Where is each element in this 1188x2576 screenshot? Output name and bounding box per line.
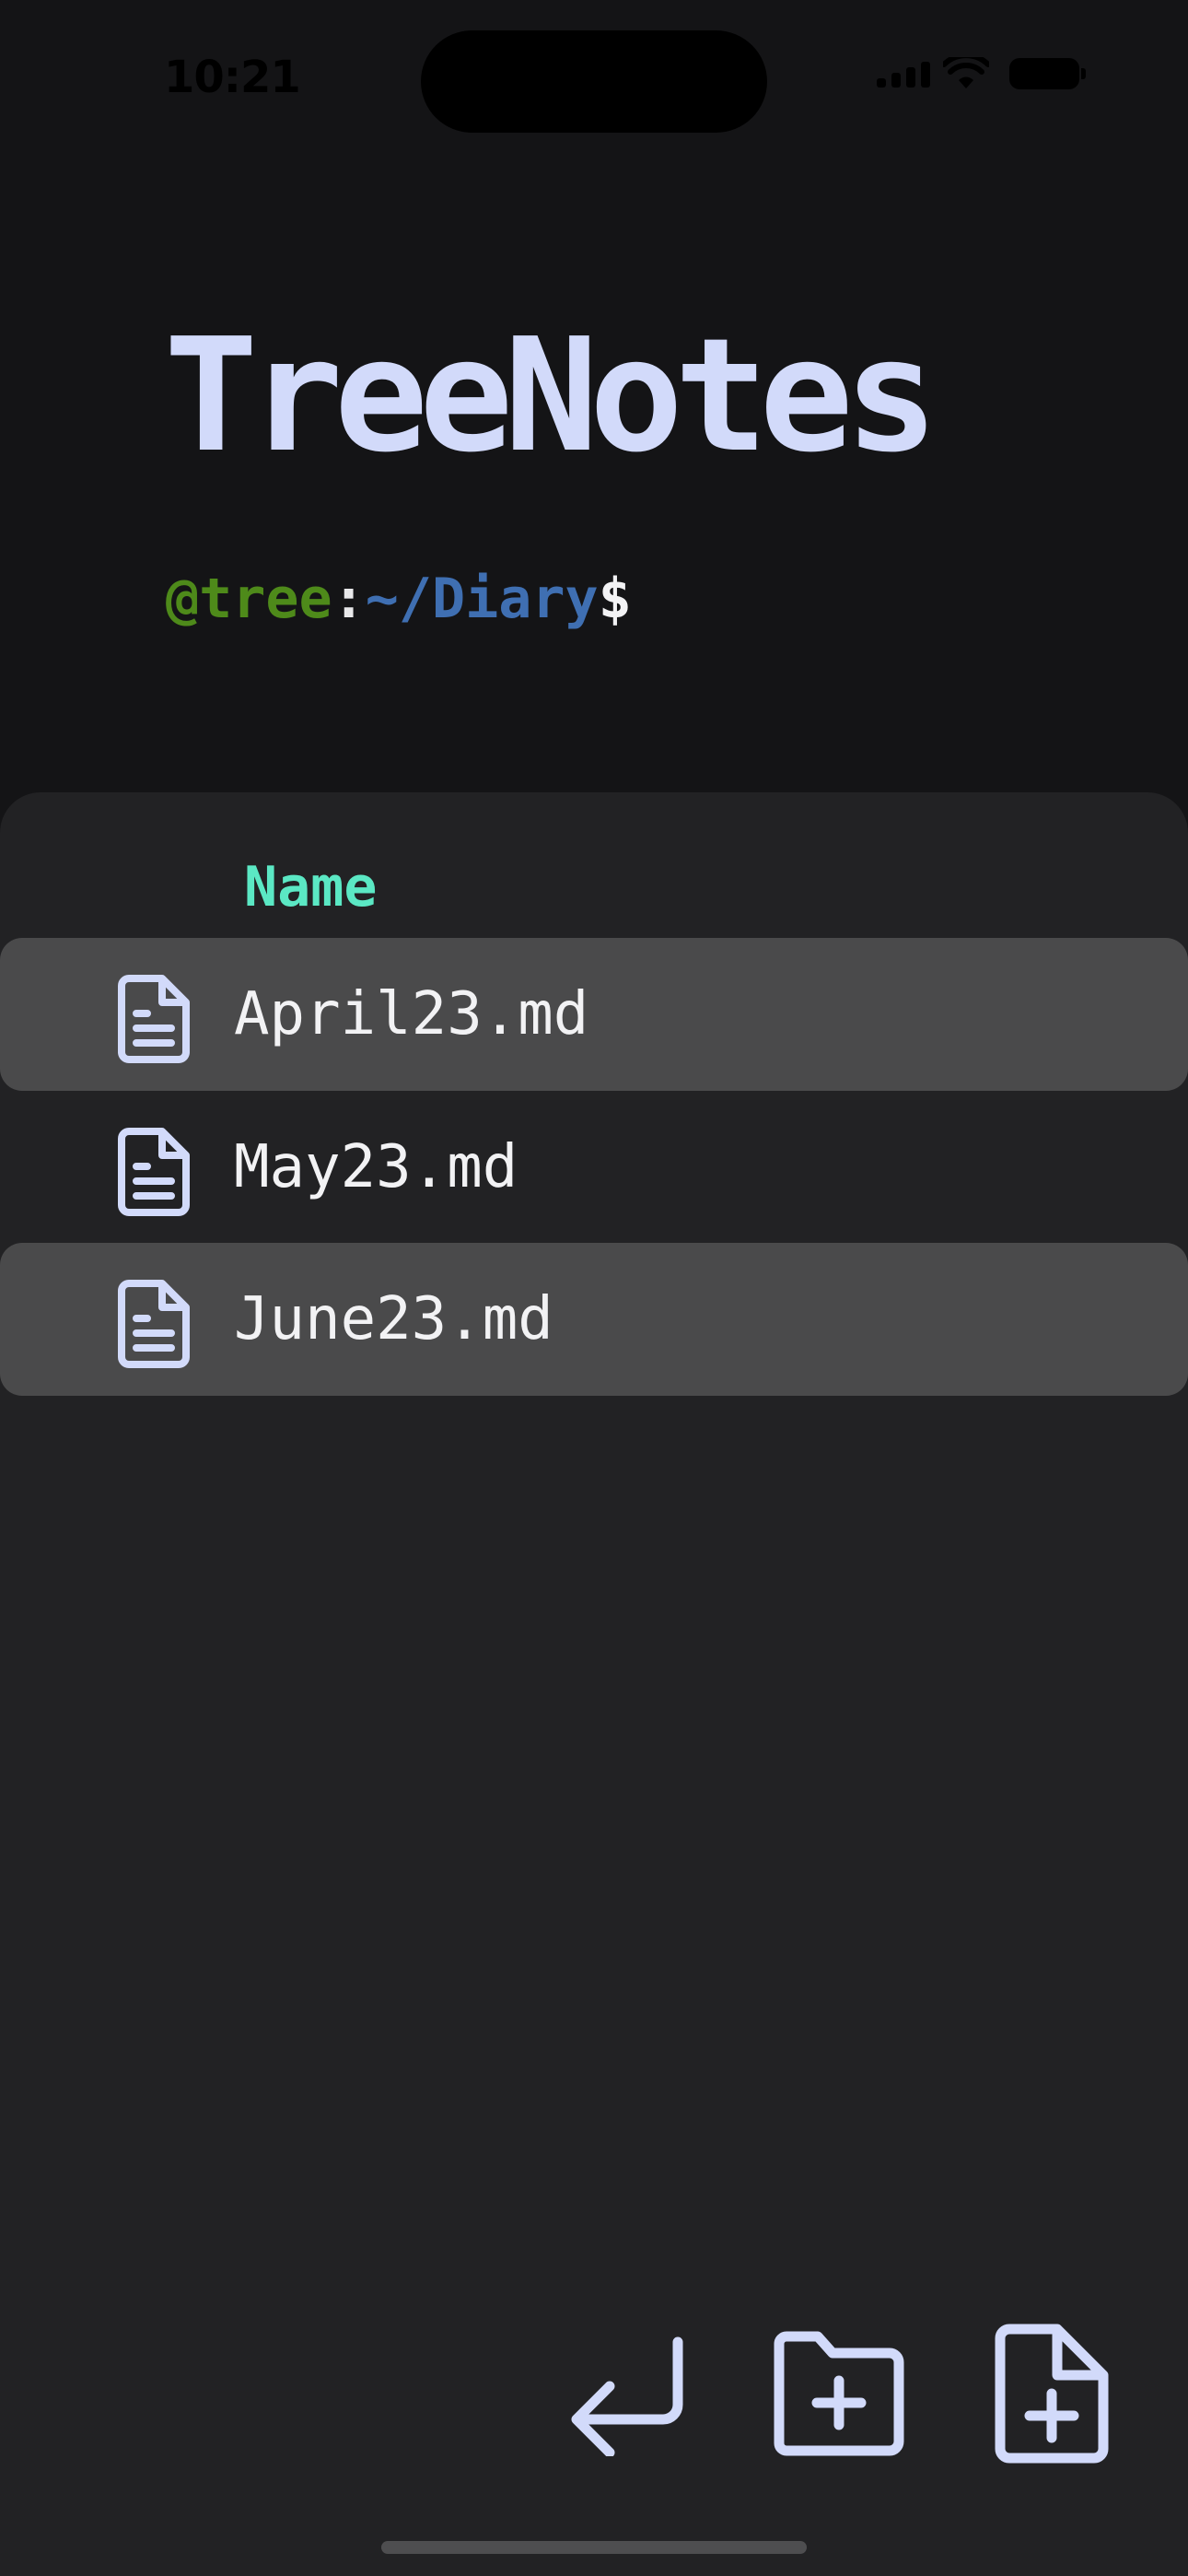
dynamic-island xyxy=(421,30,767,133)
battery-icon xyxy=(1009,58,1086,89)
return-arrow-icon[interactable] xyxy=(564,2333,687,2456)
document-icon xyxy=(118,1128,190,1216)
document-icon xyxy=(118,1280,190,1368)
prompt-path: ~/Diary xyxy=(365,567,599,631)
home-indicator[interactable] xyxy=(381,2541,807,2554)
new-folder-icon[interactable] xyxy=(766,2329,910,2460)
list-item[interactable]: April23.md xyxy=(0,938,1188,1091)
new-file-icon[interactable] xyxy=(991,2322,1111,2465)
wifi-icon xyxy=(943,57,989,88)
terminal-prompt: @tree:~/Diary$ xyxy=(166,571,632,626)
column-header-name[interactable]: Name xyxy=(244,860,378,915)
status-time: 10:21 xyxy=(164,52,301,103)
list-item[interactable]: May23.md xyxy=(0,1091,1188,1244)
list-item[interactable]: June23.md xyxy=(0,1243,1188,1396)
file-name: April23.md xyxy=(234,980,589,1048)
status-icons xyxy=(877,57,1086,90)
file-name: June23.md xyxy=(234,1285,553,1353)
document-icon xyxy=(118,975,190,1063)
prompt-symbol: $ xyxy=(598,567,632,631)
file-name: May23.md xyxy=(234,1133,518,1201)
prompt-user: @tree xyxy=(166,567,332,631)
app-title: TreeNotes xyxy=(164,305,938,487)
prompt-separator: : xyxy=(332,567,366,631)
cellular-signal-icon xyxy=(877,60,930,88)
